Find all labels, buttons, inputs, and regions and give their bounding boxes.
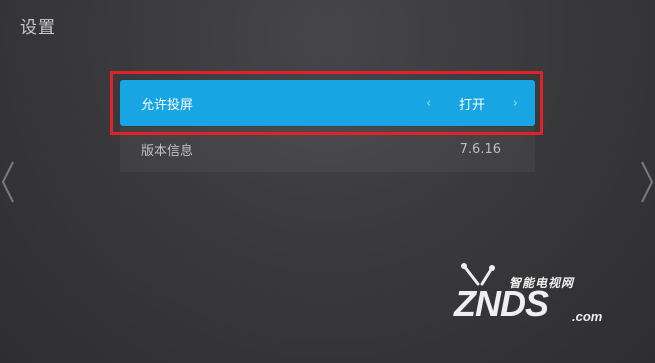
watermark-suffix: .com [572,309,603,324]
version-info-label: 版本信息 [141,144,194,159]
settings-list: 允许投屏 ‹ 打开 › 版本信息 7.6.16 [120,80,535,172]
version-info-row[interactable]: 版本信息 7.6.16 [120,127,535,172]
watermark-brand: ZNDS [454,283,549,324]
chevron-right-icon[interactable] [640,160,654,204]
chevron-left-icon[interactable]: ‹ [426,97,431,110]
znds-watermark-logo: 智能电视网 ZNDS .com [452,262,622,334]
allow-casting-label: 允许投屏 [141,97,194,113]
chevron-left-icon[interactable] [1,160,15,204]
page-title: 设置 [20,18,56,38]
version-info-value: 7.6.16 [459,142,501,157]
chevron-right-icon[interactable]: › [513,97,518,110]
allow-casting-value: 打开 [458,97,485,113]
allow-casting-row[interactable]: 允许投屏 ‹ 打开 › [120,80,535,126]
allow-casting-selector[interactable]: ‹ 打开 › [426,94,518,113]
